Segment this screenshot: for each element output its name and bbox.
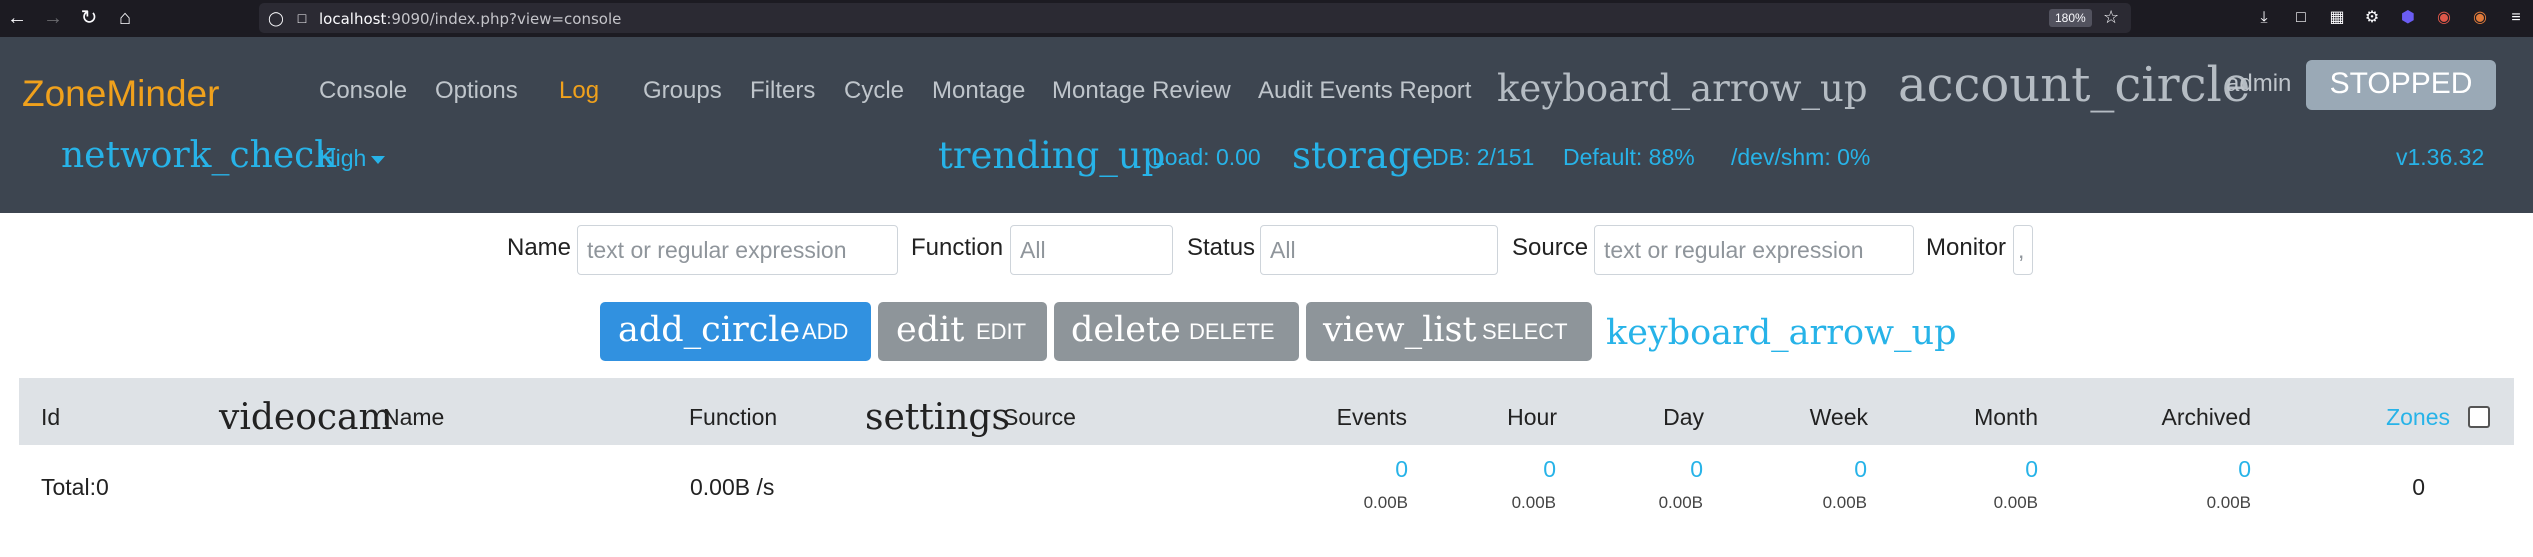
delete-icon: delete	[1071, 310, 1181, 350]
network-check-icon: network_check	[61, 135, 337, 176]
delete-button-label: DELETE	[1189, 319, 1275, 344]
monitor-filter-select[interactable]: ,	[2013, 225, 2033, 275]
account-circle-icon[interactable]: account_circle	[1898, 57, 2250, 113]
total-archived-size: 0.00B	[2206, 493, 2251, 512]
extensions-icon[interactable]: ▦	[2326, 7, 2348, 29]
select-monitors-button[interactable]: view_list SELECT	[1306, 302, 1592, 361]
col-function[interactable]: Function	[689, 404, 777, 431]
function-filter-select[interactable]: All	[1010, 225, 1173, 275]
view-list-icon: view_list	[1323, 310, 1477, 350]
load-stat: Load: 0.00	[1152, 144, 1261, 170]
shm-stat: /dev/shm: 0%	[1731, 144, 1871, 170]
add-monitor-button[interactable]: add_circle ADD	[600, 302, 871, 361]
edit-monitor-button[interactable]: edit EDIT	[878, 302, 1047, 361]
nav-montage-review[interactable]: Montage Review	[1052, 77, 1231, 105]
bandwidth-dropdown[interactable]: High	[319, 145, 386, 172]
col-week[interactable]: Week	[1810, 404, 1868, 431]
url-text[interactable]: localhost:9090/index.php?view=console	[319, 10, 621, 28]
address-bar[interactable]: ◯ □ localhost:9090/index.php?view=consol…	[259, 3, 2131, 33]
source-filter-input[interactable]: text or regular expression	[1594, 225, 1914, 275]
pocket-icon[interactable]: □	[2290, 7, 2312, 29]
nav-cycle[interactable]: Cycle	[844, 77, 904, 105]
browser-toolbar: ← → ↻ ⌂ ◯ □ localhost:9090/index.php?vie…	[0, 0, 2533, 37]
url-host: localhost	[319, 10, 387, 28]
add-button-label: ADD	[802, 319, 849, 344]
extension-red-icon[interactable]: ◉	[2433, 7, 2455, 29]
shield-icon[interactable]: ◯	[267, 9, 285, 27]
col-archived[interactable]: Archived	[2162, 404, 2251, 431]
menu-icon[interactable]: ≡	[2505, 7, 2527, 29]
delete-monitor-button[interactable]: delete DELETE	[1054, 302, 1299, 361]
version-link[interactable]: v1.36.32	[2396, 144, 2484, 171]
videocam-icon: videocam	[219, 397, 393, 438]
nav-console[interactable]: Console	[319, 77, 407, 105]
edit-icon: edit	[896, 310, 965, 350]
col-zones[interactable]: Zones	[2386, 404, 2450, 431]
state-button[interactable]: STOPPED	[2306, 60, 2496, 110]
downloads-icon[interactable]: ⤓	[2253, 7, 2275, 29]
zoom-level-badge[interactable]: 180%	[2049, 9, 2092, 27]
extension-icon[interactable]: ⚙	[2361, 7, 2383, 29]
total-label: Total:0	[41, 474, 109, 500]
forward-icon[interactable]: →	[41, 6, 65, 30]
home-icon[interactable]: ⌂	[113, 6, 137, 30]
nav-options[interactable]: Options	[435, 77, 518, 105]
total-month-count[interactable]: 0	[2025, 456, 2038, 483]
brand-logo[interactable]: ZoneMinder	[22, 73, 219, 115]
nav-filters[interactable]: Filters	[750, 77, 815, 105]
back-icon[interactable]: ←	[5, 6, 29, 30]
col-source[interactable]: Source	[1003, 404, 1076, 431]
url-path: :9090/index.php?view=console	[386, 10, 622, 28]
edit-button-label: EDIT	[976, 319, 1027, 344]
extension-palette-icon[interactable]: ◉	[2469, 7, 2491, 29]
source-filter-label: Source	[1512, 234, 1589, 261]
name-filter-label: Name	[507, 234, 572, 261]
col-events[interactable]: Events	[1337, 404, 1407, 431]
bookmark-star-icon[interactable]: ☆	[2103, 7, 2119, 28]
total-events-count[interactable]: 0	[1395, 456, 1408, 483]
nav-audit-events-report[interactable]: Audit Events Report	[1258, 77, 1471, 105]
total-week-size: 0.00B	[1822, 493, 1867, 512]
nav-log[interactable]: Log	[559, 77, 599, 105]
caret-down-icon	[371, 155, 386, 164]
col-name[interactable]: Name	[383, 404, 444, 431]
monitor-filter-label: Monitor	[1926, 234, 2007, 261]
keyboard-arrow-up-icon[interactable]: keyboard_arrow_up	[1606, 313, 1956, 353]
col-day[interactable]: Day	[1663, 404, 1704, 431]
total-archived-count[interactable]: 0	[2238, 456, 2251, 483]
total-month-size: 0.00B	[1993, 493, 2038, 512]
total-day-count[interactable]: 0	[1690, 456, 1703, 483]
total-zones: 0	[2412, 474, 2425, 500]
username[interactable]: admin	[2226, 70, 2291, 98]
select-all-checkbox[interactable]	[2468, 406, 2490, 428]
total-bandwidth: 0.00B /s	[690, 474, 775, 500]
settings-icon: settings	[865, 397, 1010, 438]
keyboard-arrow-up-icon[interactable]: keyboard_arrow_up	[1497, 67, 1868, 110]
trending-up-icon: trending_up	[938, 134, 1166, 177]
zm-navbar: ZoneMinder Console Options Log Groups Fi…	[0, 37, 2533, 213]
name-filter-input[interactable]: text or regular expression	[577, 225, 898, 275]
select-button-label: SELECT	[1482, 319, 1568, 344]
total-hour-size: 0.00B	[1511, 493, 1556, 512]
col-month[interactable]: Month	[1974, 404, 2038, 431]
total-day-size: 0.00B	[1658, 493, 1703, 512]
col-id[interactable]: Id	[41, 404, 60, 431]
total-week-count[interactable]: 0	[1854, 456, 1867, 483]
storage-icon: storage	[1292, 134, 1434, 177]
nav-montage[interactable]: Montage	[932, 77, 1025, 105]
extension-purple-icon[interactable]: ⬢	[2397, 7, 2419, 29]
function-filter-label: Function	[911, 234, 1004, 261]
status-filter-label: Status	[1187, 234, 1256, 261]
status-filter-select[interactable]: All	[1260, 225, 1498, 275]
bandwidth-value: High	[319, 145, 367, 171]
total-hour-count[interactable]: 0	[1543, 456, 1556, 483]
col-hour[interactable]: Hour	[1507, 404, 1557, 431]
page-icon: □	[297, 10, 307, 26]
reload-icon[interactable]: ↻	[77, 6, 101, 30]
default-storage-stat[interactable]: Default: 88%	[1563, 144, 1695, 171]
add-circle-icon: add_circle	[618, 310, 801, 350]
total-events-size: 0.00B	[1363, 493, 1408, 512]
nav-groups[interactable]: Groups	[643, 77, 722, 105]
db-stat: DB: 2/151	[1432, 144, 1535, 170]
